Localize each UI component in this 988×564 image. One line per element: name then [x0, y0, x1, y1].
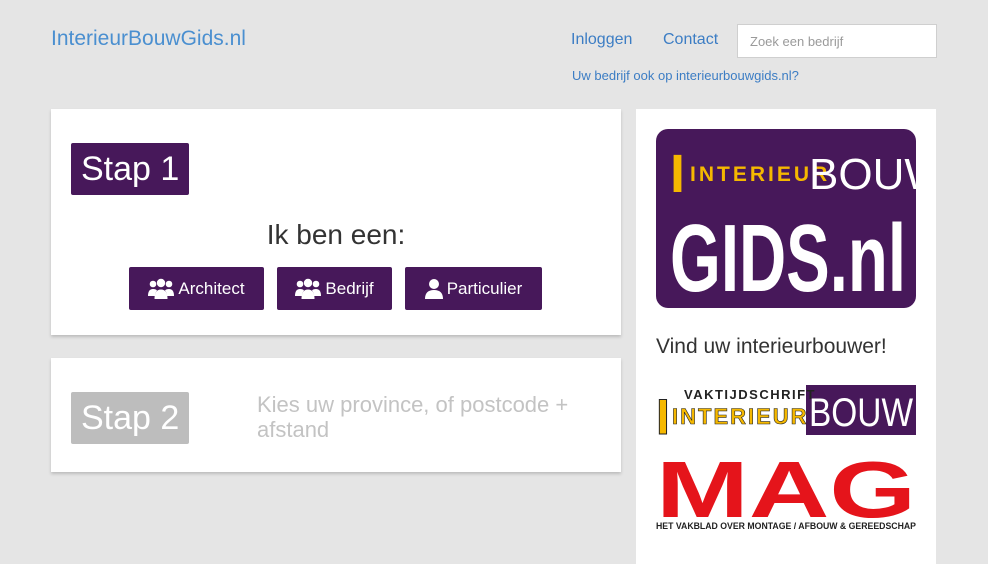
user-icon	[424, 278, 443, 300]
logo-vak-i: I	[656, 389, 670, 437]
sidebar: I INTERIEUR BOUW GIDS.nl Vind uw interie…	[636, 109, 946, 564]
step2-card: Stap 2 Kies uw province, of postcode + a…	[51, 358, 621, 472]
step1-card: Stap 1 Ik ben een: Architect Bedrijf Par…	[51, 109, 621, 335]
logo-main-gids: GIDS.nl	[670, 205, 906, 308]
vaktijdschrift-logo[interactable]: VAKTIJDSCHRIFT I INTERIEUR BOUW	[656, 382, 916, 446]
particulier-button[interactable]: Particulier	[405, 267, 542, 310]
bedrijf-button[interactable]: Bedrijf	[277, 267, 392, 310]
step2-instruction: Kies uw province, of postcode + afstand	[257, 392, 569, 442]
login-link[interactable]: Inloggen	[571, 31, 632, 49]
architect-button[interactable]: Architect	[129, 267, 264, 310]
mag-logo[interactable]: MAG HET VAKBLAD OVER MONTAGE / AFBOUW & …	[656, 445, 916, 537]
site-title[interactable]: InterieurBouwGids.nl	[51, 27, 246, 51]
group-icon	[295, 278, 322, 300]
search-input[interactable]	[737, 24, 937, 58]
interieurbouwgids-logo[interactable]: I INTERIEUR BOUW GIDS.nl	[656, 129, 946, 312]
logo-vak-top: VAKTIJDSCHRIFT	[684, 387, 816, 402]
step1-heading: Ik ben een:	[266, 219, 406, 250]
logo-vak-bouw: BOUW	[809, 391, 913, 435]
contact-link[interactable]: Contact	[663, 31, 718, 49]
promo-link[interactable]: Uw bedrijf ook op interieurbouwgids.nl?	[572, 68, 799, 83]
group-icon	[148, 278, 175, 300]
logo-main-i: I	[670, 144, 685, 204]
architect-button-label: Architect	[178, 278, 245, 298]
logo-main-bouw: BOUW	[809, 150, 916, 199]
step1-badge: Stap 1	[71, 143, 190, 195]
particulier-button-label: Particulier	[446, 278, 523, 298]
bedrijf-button-label: Bedrijf	[325, 278, 374, 298]
sidebar-heading: Vind uw interieurbouwer!	[656, 335, 887, 358]
logo-mag-tagline: HET VAKBLAD OVER MONTAGE / AFBOUW & GERE…	[656, 521, 916, 531]
step2-badge: Stap 2	[71, 392, 190, 444]
logo-vak-main: INTERIEUR	[672, 404, 809, 429]
